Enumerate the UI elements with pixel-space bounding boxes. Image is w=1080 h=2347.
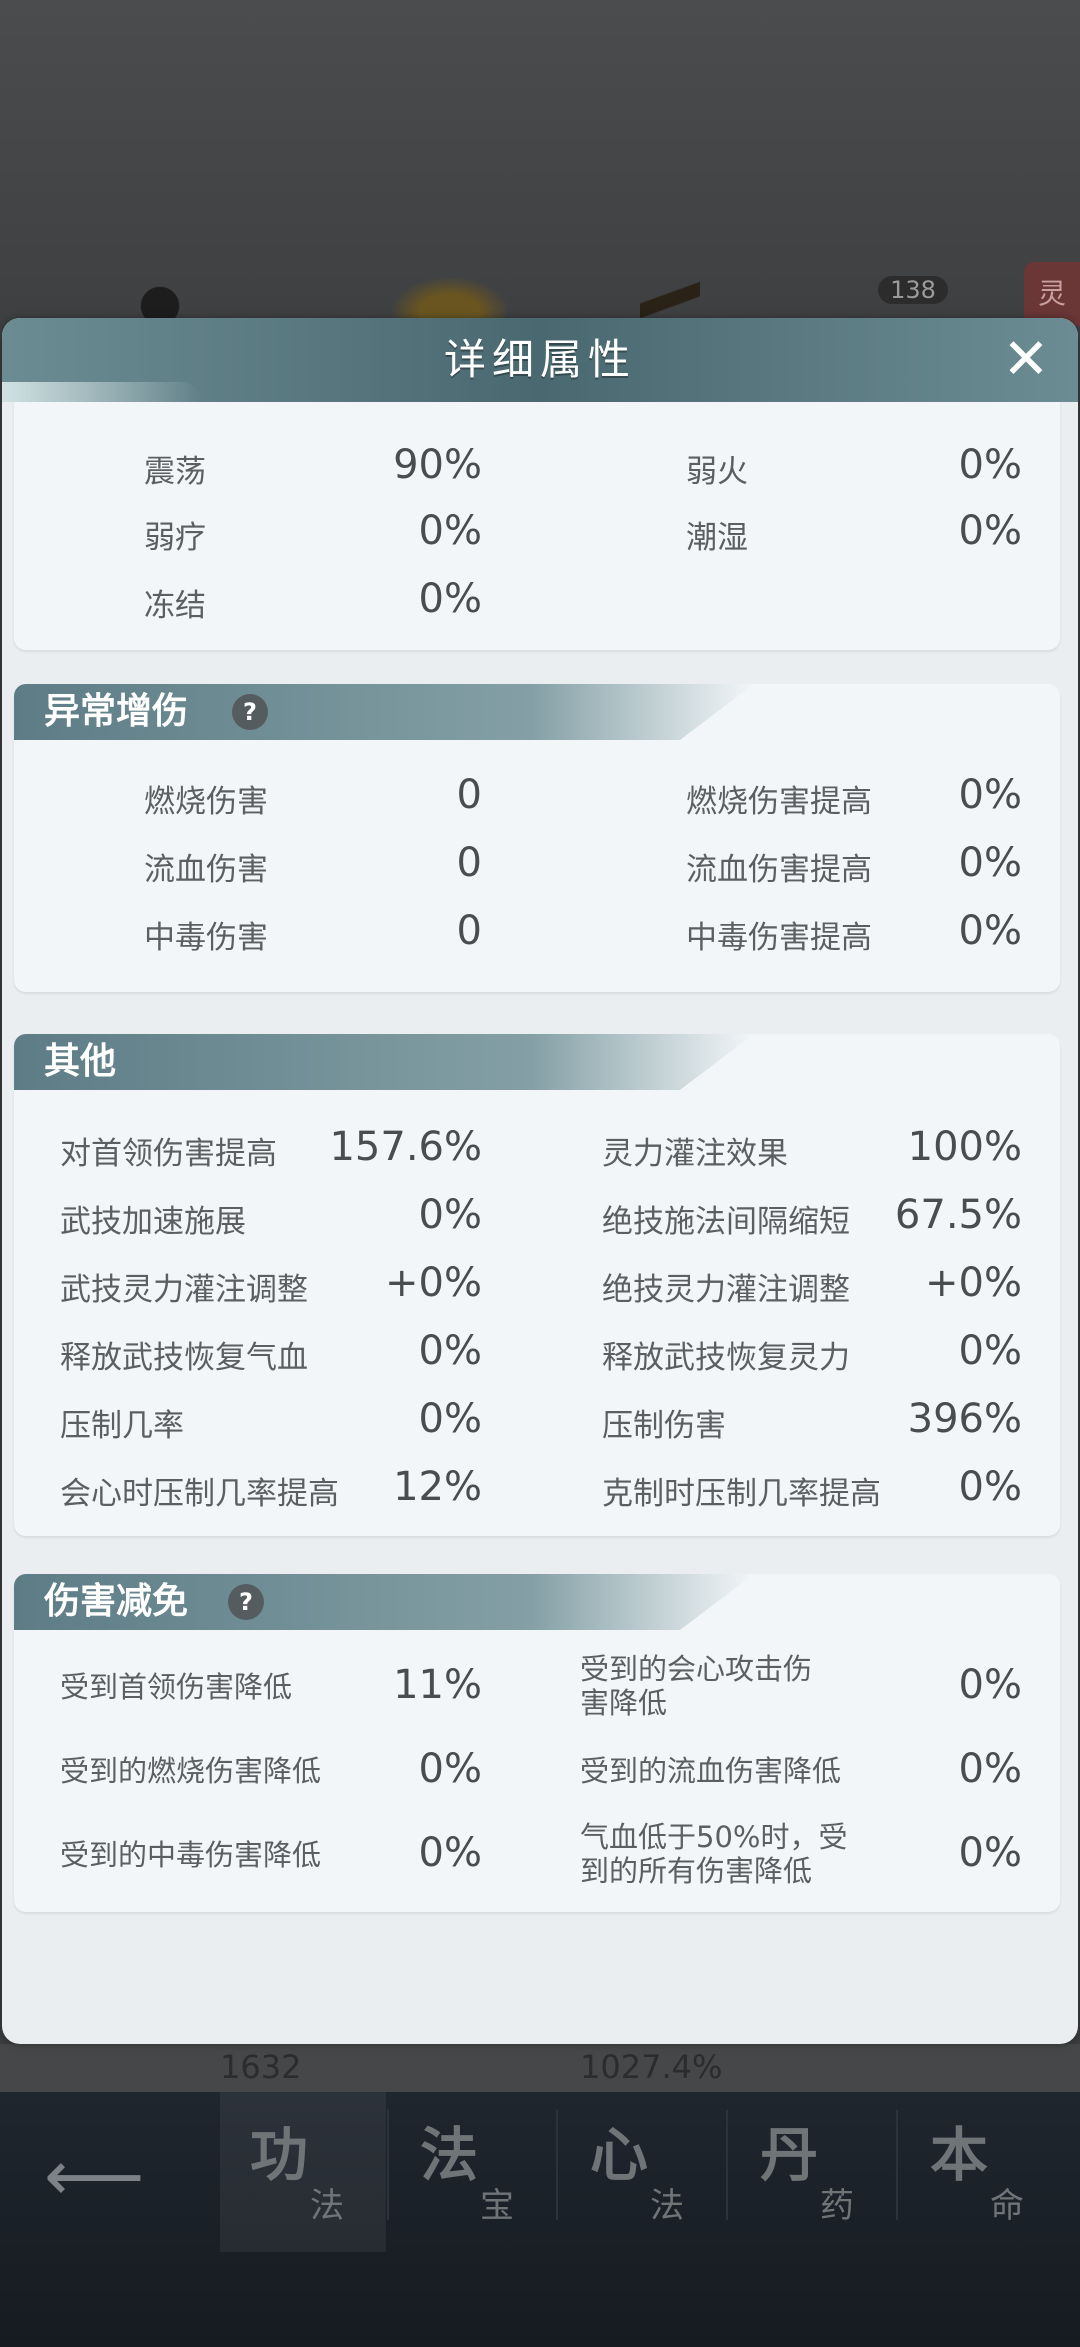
tab-big-label: 法 (420, 2121, 479, 2189)
attr-value: 0% (958, 908, 1022, 954)
question-icon[interactable]: ? (228, 1584, 264, 1620)
attr-label: 释放武技恢复灵力 (602, 1340, 850, 1376)
attr-label: 武技灵力灌注调整 (60, 1272, 308, 1308)
attr-value: 0% (958, 1464, 1022, 1510)
behind-stat-left: 1632 (220, 2048, 302, 2086)
attr-value: 0% (418, 1746, 482, 1792)
attr-value: 0% (418, 1192, 482, 1238)
attr-value: 0% (958, 1830, 1022, 1876)
level-badge: 138 (878, 276, 948, 304)
attr-label: 中毒伤害 (144, 920, 268, 956)
tab-small-label: 法 (310, 2186, 344, 2226)
attr-label-line2: 害降低 (580, 1686, 668, 1720)
attr-value: 0% (958, 1662, 1022, 1708)
attr-value: 12% (393, 1464, 482, 1510)
attr-label: 压制伤害 (602, 1408, 726, 1444)
tab-small-label: 法 (650, 2186, 684, 2226)
attributes-scroll-area[interactable]: 震荡 90% 弱火 0% 弱疗 0% 潮湿 0% 冻结 0% 异常增伤 ? 燃烧… (2, 402, 1078, 2044)
attr-value: 0% (418, 1830, 482, 1876)
attr-label-line1: 受到的会心攻击伤 (580, 1652, 813, 1686)
section-title: 异常增伤 (44, 691, 189, 732)
attr-label: 冻结 (144, 588, 206, 624)
damage-reduction-card: 伤害减免 ? 受到首领伤害降低 11% 受到的会心攻击伤 害降低 0% 受到的燃… (14, 1574, 1060, 1912)
attr-label: 受到首领伤害降低 (60, 1670, 293, 1704)
tab-xinfa[interactable]: 心 法 (560, 2092, 726, 2252)
section-header-bar (14, 1034, 754, 1090)
attr-value: 0% (958, 1746, 1022, 1792)
other-attributes-card: 其他 对首领伤害提高 157.6% 灵力灌注效果 100% 武技加速施展 0% … (14, 1034, 1060, 1536)
detail-attributes-modal: 详细属性 ✕ 震荡 90% 弱火 0% 弱疗 0% 潮湿 0% 冻结 0% 异常… (2, 318, 1078, 2044)
attr-value: 0% (958, 442, 1022, 488)
attr-value: 11% (393, 1662, 482, 1708)
attr-value: 90% (393, 442, 482, 488)
attr-label: 灵力灌注效果 (602, 1136, 788, 1172)
attr-value: 0% (958, 772, 1022, 818)
back-arrow-icon: ⟵ (44, 2135, 145, 2217)
attr-label: 释放武技恢复气血 (60, 1340, 308, 1376)
tab-benming[interactable]: 本 命 (900, 2092, 1070, 2252)
nav-divider (726, 2110, 728, 2220)
attr-value: 0 (456, 840, 482, 886)
attr-value: 0% (418, 1396, 482, 1442)
attr-value: 67.5% (894, 1192, 1022, 1238)
attr-value: 0% (958, 508, 1022, 554)
attr-label: 流血伤害 (144, 852, 268, 888)
tab-small-label: 药 (820, 2186, 854, 2226)
question-icon[interactable]: ? (232, 694, 268, 730)
attr-value: 0% (418, 508, 482, 554)
attr-value: 0 (456, 772, 482, 818)
section-title: 伤害减免 (44, 1581, 189, 1622)
attr-value: 0% (418, 1328, 482, 1374)
tab-small-label: 命 (990, 2186, 1024, 2226)
attr-label: 绝技施法间隔缩短 (602, 1204, 850, 1240)
tab-big-label: 心 (590, 2121, 649, 2189)
tab-gongfa[interactable]: 功 法 (220, 2092, 386, 2252)
attr-value: 0% (418, 576, 482, 622)
nav-divider (387, 2110, 389, 2220)
attr-value: 157.6% (329, 1124, 482, 1170)
tab-fabao[interactable]: 法 宝 (390, 2092, 556, 2252)
modal-title: 详细属性 (443, 335, 636, 384)
attr-value: 0% (958, 840, 1022, 886)
attr-label: 受到的流血伤害降低 (580, 1754, 842, 1788)
tab-big-label: 本 (930, 2121, 989, 2189)
attr-label: 弱疗 (144, 520, 206, 556)
attr-label: 潮湿 (686, 520, 748, 556)
attr-label: 震荡 (144, 454, 206, 490)
tab-big-label: 功 (250, 2121, 309, 2189)
attr-label-line1: 气血低于50%时，受 (580, 1820, 848, 1854)
nav-divider (556, 2110, 558, 2220)
attr-value: 100% (907, 1124, 1022, 1170)
attr-value: +0% (385, 1260, 482, 1306)
attr-label: 燃烧伤害 (144, 784, 268, 820)
attr-value: 0 (456, 908, 482, 954)
back-button[interactable]: ⟵ (44, 2136, 144, 2216)
behind-stat-right: 1027.4% (580, 2048, 723, 2086)
attr-label: 对首领伤害提高 (60, 1136, 277, 1172)
attr-label: 压制几率 (60, 1408, 184, 1444)
attr-value: +0% (925, 1260, 1022, 1306)
attr-label: 弱火 (686, 454, 748, 490)
attr-label-line2: 到的所有伤害降低 (580, 1854, 813, 1888)
attr-value: 0% (958, 1328, 1022, 1374)
resistance-card: 震荡 90% 弱火 0% 弱疗 0% 潮湿 0% 冻结 0% (14, 402, 1060, 650)
side-tag[interactable]: 灵 (1024, 262, 1080, 326)
tab-big-label: 丹 (760, 2121, 819, 2189)
close-button[interactable]: ✕ (996, 330, 1056, 390)
attr-value: 396% (907, 1396, 1022, 1442)
attr-label: 绝技灵力灌注调整 (602, 1272, 850, 1308)
behind-stats-strip (0, 2044, 1080, 2092)
section-title: 其他 (44, 1041, 117, 1082)
nav-divider (896, 2110, 898, 2220)
abnormal-damage-card: 异常增伤 ? 燃烧伤害 0 燃烧伤害提高 0% 流血伤害 0 流血伤害提高 0%… (14, 684, 1060, 992)
tab-danyao[interactable]: 丹 药 (730, 2092, 896, 2252)
tab-small-label: 宝 (480, 2186, 514, 2226)
attr-label: 武技加速施展 (60, 1204, 246, 1240)
close-icon: ✕ (1002, 327, 1050, 392)
